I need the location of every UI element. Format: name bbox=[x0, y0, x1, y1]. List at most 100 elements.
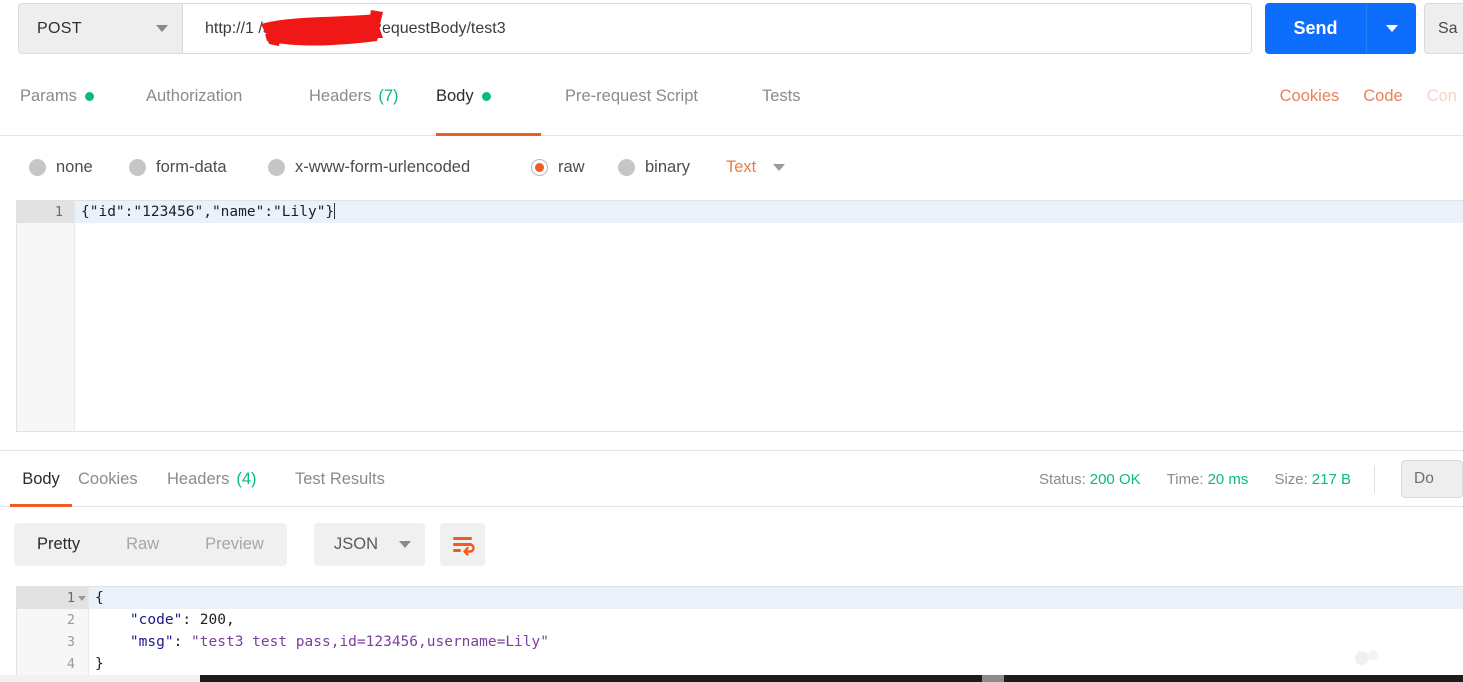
url-bar: POST http://1 /springmvc/test/RequestBod… bbox=[0, 0, 1463, 57]
tab-label: Tests bbox=[762, 87, 801, 105]
json-comma: , bbox=[225, 612, 235, 628]
send-button-label: Send bbox=[1293, 18, 1338, 38]
tab-authorization[interactable]: Authorization bbox=[146, 57, 242, 136]
request-body-editor[interactable]: 1 {"id":"123456","name":"Lily"} bbox=[16, 200, 1463, 432]
radio-icon-selected bbox=[531, 158, 548, 176]
url-text: http://1 /springmvc/test/RequestBody/tes… bbox=[205, 19, 506, 37]
bottom-strip-gray bbox=[982, 675, 1004, 682]
tab-label: Cookies bbox=[78, 469, 138, 488]
url-input[interactable]: http://1 /springmvc/test/RequestBody/tes… bbox=[182, 3, 1252, 54]
code-link[interactable]: Code bbox=[1363, 87, 1402, 106]
cookies-link[interactable]: Cookies bbox=[1280, 87, 1340, 106]
view-mode-label: Pretty bbox=[37, 535, 81, 553]
send-options-button[interactable] bbox=[1366, 3, 1416, 54]
code-line[interactable]: {"id":"123456","name":"Lily"} bbox=[75, 201, 1463, 223]
comments-link[interactable]: Con bbox=[1427, 87, 1457, 106]
response-meta: Status: 200 OK Time: 20 ms Size: 217 B bbox=[1039, 451, 1351, 507]
line-number: 2 bbox=[66, 612, 75, 628]
raw-format-label: Text bbox=[726, 157, 757, 176]
postman-window: POST http://1 /springmvc/test/RequestBod… bbox=[0, 0, 1463, 682]
response-body-editor[interactable]: 1 2 3 4 { "code": 200, "msg": "test3 tes… bbox=[16, 586, 1463, 680]
bottom-strip-left bbox=[0, 675, 200, 682]
response-tab-body[interactable]: Body bbox=[10, 451, 72, 507]
body-type-raw[interactable]: raw bbox=[531, 136, 585, 198]
body-type-binary[interactable]: binary bbox=[618, 136, 690, 198]
json-string: "test3 test pass,id=123456,username=Lily… bbox=[191, 634, 549, 650]
body-type-form-data[interactable]: form-data bbox=[129, 136, 227, 198]
tab-label: Pre-request Script bbox=[565, 87, 698, 105]
request-editor-code[interactable]: {"id":"123456","name":"Lily"} bbox=[75, 201, 1463, 431]
download-button-label: Do bbox=[1414, 470, 1434, 487]
view-mode-pretty[interactable]: Pretty bbox=[14, 523, 103, 566]
body-type-label: x-www-form-urlencoded bbox=[295, 157, 471, 176]
code-line: "code": 200, bbox=[89, 609, 1463, 631]
response-tab-headers[interactable]: Headers (4) bbox=[167, 451, 257, 507]
tab-body[interactable]: Body bbox=[436, 57, 541, 136]
response-tab-test-results[interactable]: Test Results bbox=[295, 451, 385, 507]
code-line: "msg": "test3 test pass,id=123456,userna… bbox=[89, 631, 1463, 653]
radio-icon bbox=[29, 158, 46, 176]
json-separator: : bbox=[182, 612, 200, 628]
chevron-down-icon bbox=[399, 541, 411, 548]
tab-label: Params bbox=[20, 87, 77, 105]
tab-headers[interactable]: Headers (7) bbox=[309, 57, 399, 136]
line-number: 3 bbox=[66, 634, 75, 650]
json-key: "msg" bbox=[129, 634, 174, 650]
chevron-down-icon bbox=[773, 163, 786, 171]
http-method-dropdown[interactable]: POST bbox=[18, 3, 182, 54]
view-mode-preview[interactable]: Preview bbox=[182, 523, 287, 566]
request-tab-bar: Params Authorization Headers (7) Body Pr… bbox=[0, 57, 1463, 136]
request-body-text: {"id":"123456","name":"Lily"} bbox=[81, 204, 335, 220]
tab-params[interactable]: Params bbox=[20, 57, 94, 136]
radio-icon bbox=[129, 158, 146, 176]
body-type-label: none bbox=[56, 157, 93, 176]
view-mode-label: Preview bbox=[205, 535, 264, 553]
response-tab-bar: Body Cookies Headers (4) Test Results St… bbox=[0, 451, 1463, 507]
bottom-strip-dark-b bbox=[1004, 675, 1463, 682]
view-mode-label: Raw bbox=[126, 535, 160, 553]
download-response-button[interactable]: Do bbox=[1401, 460, 1463, 498]
line-number: 4 bbox=[66, 656, 75, 672]
view-mode-raw[interactable]: Raw bbox=[103, 523, 182, 566]
tab-tests[interactable]: Tests bbox=[762, 57, 801, 136]
response-editor-gutter: 1 2 3 4 bbox=[17, 587, 89, 680]
time-label: Time: bbox=[1166, 470, 1204, 488]
response-tab-cookies[interactable]: Cookies bbox=[78, 451, 138, 507]
bottom-strip-dark-a bbox=[200, 675, 982, 682]
send-button[interactable]: Send bbox=[1265, 3, 1366, 54]
json-number: 200 bbox=[199, 612, 226, 628]
tab-pre-request-script[interactable]: Pre-request Script bbox=[565, 57, 698, 136]
meta-divider bbox=[1374, 465, 1375, 493]
tab-count-badge: (4) bbox=[236, 469, 257, 488]
response-editor-code[interactable]: { "code": 200, "msg": "test3 test pass,i… bbox=[89, 587, 1463, 680]
json-key: "code" bbox=[129, 612, 183, 628]
body-type-row: none form-data x-www-form-urlencoded raw… bbox=[0, 136, 1463, 198]
line-number-value: 1 bbox=[66, 590, 75, 606]
response-format-dropdown[interactable]: JSON bbox=[314, 523, 425, 566]
body-type-label: binary bbox=[645, 157, 690, 176]
code-line: { bbox=[89, 587, 1463, 609]
status-meta: Status: 200 OK bbox=[1039, 471, 1141, 488]
save-button-label: Sa bbox=[1438, 19, 1458, 37]
fold-caret-icon[interactable] bbox=[78, 596, 86, 601]
code-line: } bbox=[89, 653, 1463, 675]
green-dot-icon bbox=[481, 92, 491, 101]
json-brace: { bbox=[95, 590, 104, 606]
response-format-toolbar: Pretty Raw Preview JSON bbox=[0, 507, 1463, 579]
chevron-down-icon bbox=[1385, 25, 1398, 32]
json-brace: } bbox=[95, 656, 104, 672]
body-type-none[interactable]: none bbox=[29, 136, 93, 198]
window-bottom-edge bbox=[0, 675, 1463, 682]
size-label: Size: bbox=[1274, 470, 1308, 488]
time-meta: Time: 20 ms bbox=[1167, 471, 1249, 488]
save-button[interactable]: Sa bbox=[1424, 3, 1463, 54]
status-value: 200 OK bbox=[1089, 470, 1141, 488]
response-view-mode-group: Pretty Raw Preview bbox=[14, 523, 287, 566]
raw-format-dropdown[interactable]: Text bbox=[726, 136, 786, 198]
tab-label: Body bbox=[436, 87, 474, 105]
word-wrap-button[interactable] bbox=[440, 523, 485, 566]
radio-icon bbox=[618, 158, 635, 176]
tab-label: Authorization bbox=[146, 87, 243, 105]
body-type-x-www-form-urlencoded[interactable]: x-www-form-urlencoded bbox=[268, 136, 470, 198]
green-dot-icon bbox=[84, 92, 94, 101]
